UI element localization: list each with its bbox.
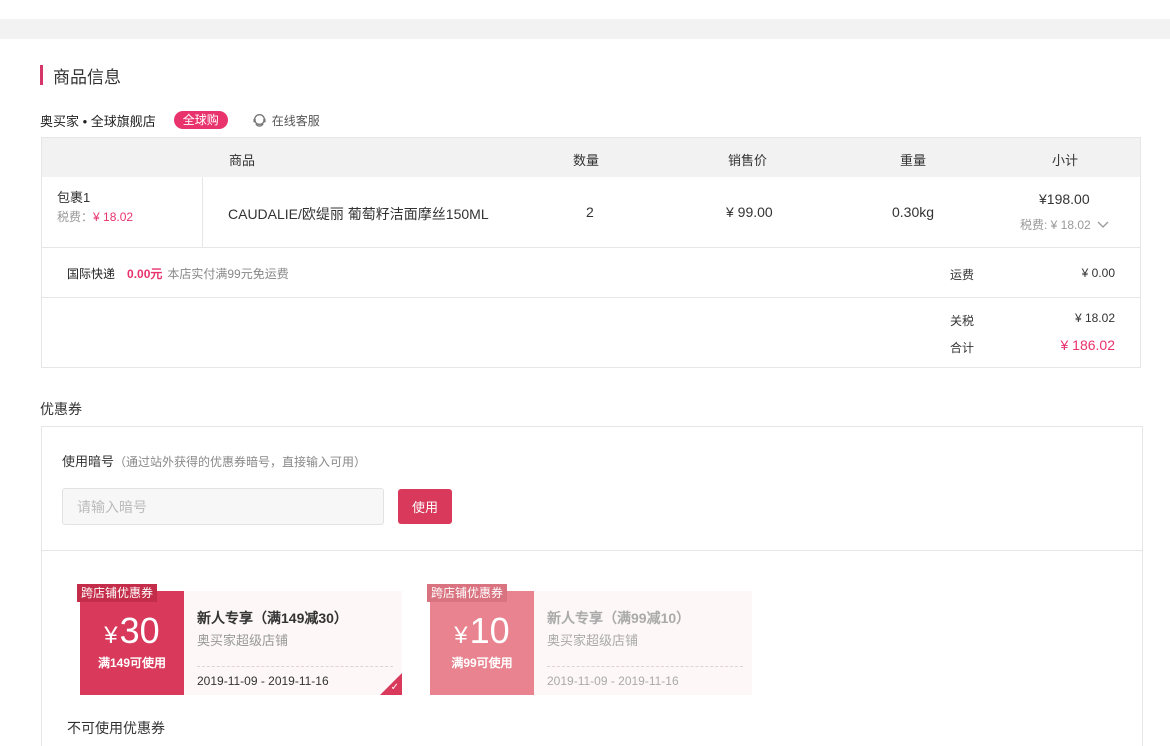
coupon-amount: ¥30	[80, 611, 184, 656]
subtotal-tax-toggle[interactable]: 税费: ¥ 18.02	[1020, 216, 1110, 233]
coupon-tag: 跨店铺优惠券	[427, 584, 508, 602]
col-header-weight: 重量	[900, 153, 927, 168]
coupon-tag: 跨店铺优惠券	[77, 584, 158, 602]
shipping-method: 国际快递	[67, 267, 116, 281]
store-row: 奥买家 • 全球旗舰店 全球购 在线客服	[40, 110, 320, 130]
coupon-date: 2019-11-09 - 2019-11-16	[547, 674, 679, 688]
coupon-card[interactable]: 跨店铺优惠券 ¥30 满149可使用 新人专享（满149减30） 奥买家超级店铺…	[77, 584, 402, 695]
total-value: ¥ 186.02	[1060, 337, 1116, 353]
online-service-label: 在线客服	[271, 113, 320, 128]
col-header-price: 销售价	[728, 153, 768, 168]
product-qty: 2	[586, 204, 594, 220]
col-header-subtotal: 小计	[1052, 153, 1079, 168]
package-name: 包裹1	[57, 190, 91, 205]
checkmark-icon: ✓	[390, 682, 399, 693]
package-tax-label: 税费：	[57, 210, 94, 224]
shipping-value: ¥ 0.00	[1081, 266, 1115, 280]
coupon-title: 新人专享（满99减10）	[547, 610, 691, 626]
coupon-amount-value: 10	[469, 610, 510, 651]
product-weight: 0.30kg	[892, 204, 935, 220]
unusable-coupons-title: 不可使用优惠券	[67, 720, 165, 736]
coupon-amount-panel: 跨店铺优惠券 ¥30 满149可使用	[77, 584, 184, 695]
coupon-card[interactable]: 跨店铺优惠券 ¥10 满99可使用 新人专享（满99减10） 奥买家超级店铺 2…	[427, 584, 752, 695]
col-header-qty: 数量	[573, 153, 600, 168]
package-tax: 税费：¥ 18.02	[57, 208, 133, 225]
online-service-link[interactable]: 在线客服	[252, 112, 320, 129]
coupon-date: 2019-11-09 - 2019-11-16	[197, 674, 329, 688]
code-label: 使用暗号（通过站外获得的优惠券暗号，直接输入可用）	[62, 451, 366, 470]
code-hint: （通过站外获得的优惠券暗号，直接输入可用）	[114, 455, 367, 469]
order-table: 商品 数量 销售价 重量 小计 包裹1 税费：¥ 18.02 CAUDALIE/…	[41, 137, 1141, 368]
divider	[42, 297, 1140, 298]
shipping-fee: 0.00元	[127, 267, 163, 281]
top-band	[0, 19, 1170, 39]
coupon-amount: ¥10	[430, 611, 534, 656]
subtotal-tax: 税费: ¥ 18.02	[1020, 218, 1091, 232]
store-name[interactable]: 奥买家 • 全球旗舰店	[40, 111, 156, 130]
code-input[interactable]	[62, 488, 384, 525]
global-badge: 全球购	[173, 111, 228, 129]
coupon-divider	[547, 666, 743, 667]
shipping-row: 国际快递 0.00元 本店实付满99元免运费	[67, 265, 289, 282]
divider	[42, 247, 1140, 248]
coupon-condition: 满99可使用	[451, 656, 513, 670]
shipping-note: 本店实付满99元免运费	[167, 267, 289, 281]
package-cell: 包裹1 税费：¥ 18.02	[42, 177, 203, 247]
customer-service-icon	[253, 113, 266, 127]
title-accent-bar	[40, 65, 43, 85]
coupon-shop: 奥买家超级店铺	[547, 633, 639, 648]
shipping-label: 运费	[950, 268, 975, 282]
code-label-text: 使用暗号	[62, 454, 115, 469]
coupon-condition: 满149可使用	[97, 656, 167, 670]
chevron-down-icon	[1097, 221, 1109, 228]
tariff-label: 关税	[950, 314, 975, 328]
order-table-header: 商品 数量 销售价 重量 小计	[42, 138, 1140, 177]
coupon-title: 新人专享（满149减30）	[197, 610, 348, 626]
coupon-amount-panel: 跨店铺优惠券 ¥10 满99可使用	[427, 584, 534, 695]
package-tax-value: ¥ 18.02	[93, 210, 134, 224]
coupon-currency: ¥	[104, 622, 118, 649]
coupon-divider	[197, 666, 393, 667]
product-price: ¥ 99.00	[726, 204, 773, 220]
coupon-currency: ¥	[454, 622, 468, 649]
product-name[interactable]: CAUDALIE/欧缇丽 葡萄籽洁面摩丝150ML	[228, 204, 489, 224]
section-title: 商品信息	[40, 64, 121, 87]
divider	[42, 550, 1142, 551]
section-title-text: 商品信息	[53, 67, 121, 87]
tariff-value: ¥ 18.02	[1074, 311, 1115, 325]
total-label: 合计	[950, 341, 975, 355]
coupon-panel: 使用暗号（通过站外获得的优惠券暗号，直接输入可用） 使用 跨店铺优惠券 ¥30 …	[41, 426, 1143, 746]
col-header-product: 商品	[229, 153, 256, 168]
product-subtotal: ¥198.00	[1039, 191, 1090, 207]
coupon-shop: 奥买家超级店铺	[197, 633, 289, 648]
use-code-button[interactable]: 使用	[398, 489, 452, 524]
coupon-section-title: 优惠券	[40, 401, 82, 417]
coupon-amount-value: 30	[119, 610, 160, 651]
